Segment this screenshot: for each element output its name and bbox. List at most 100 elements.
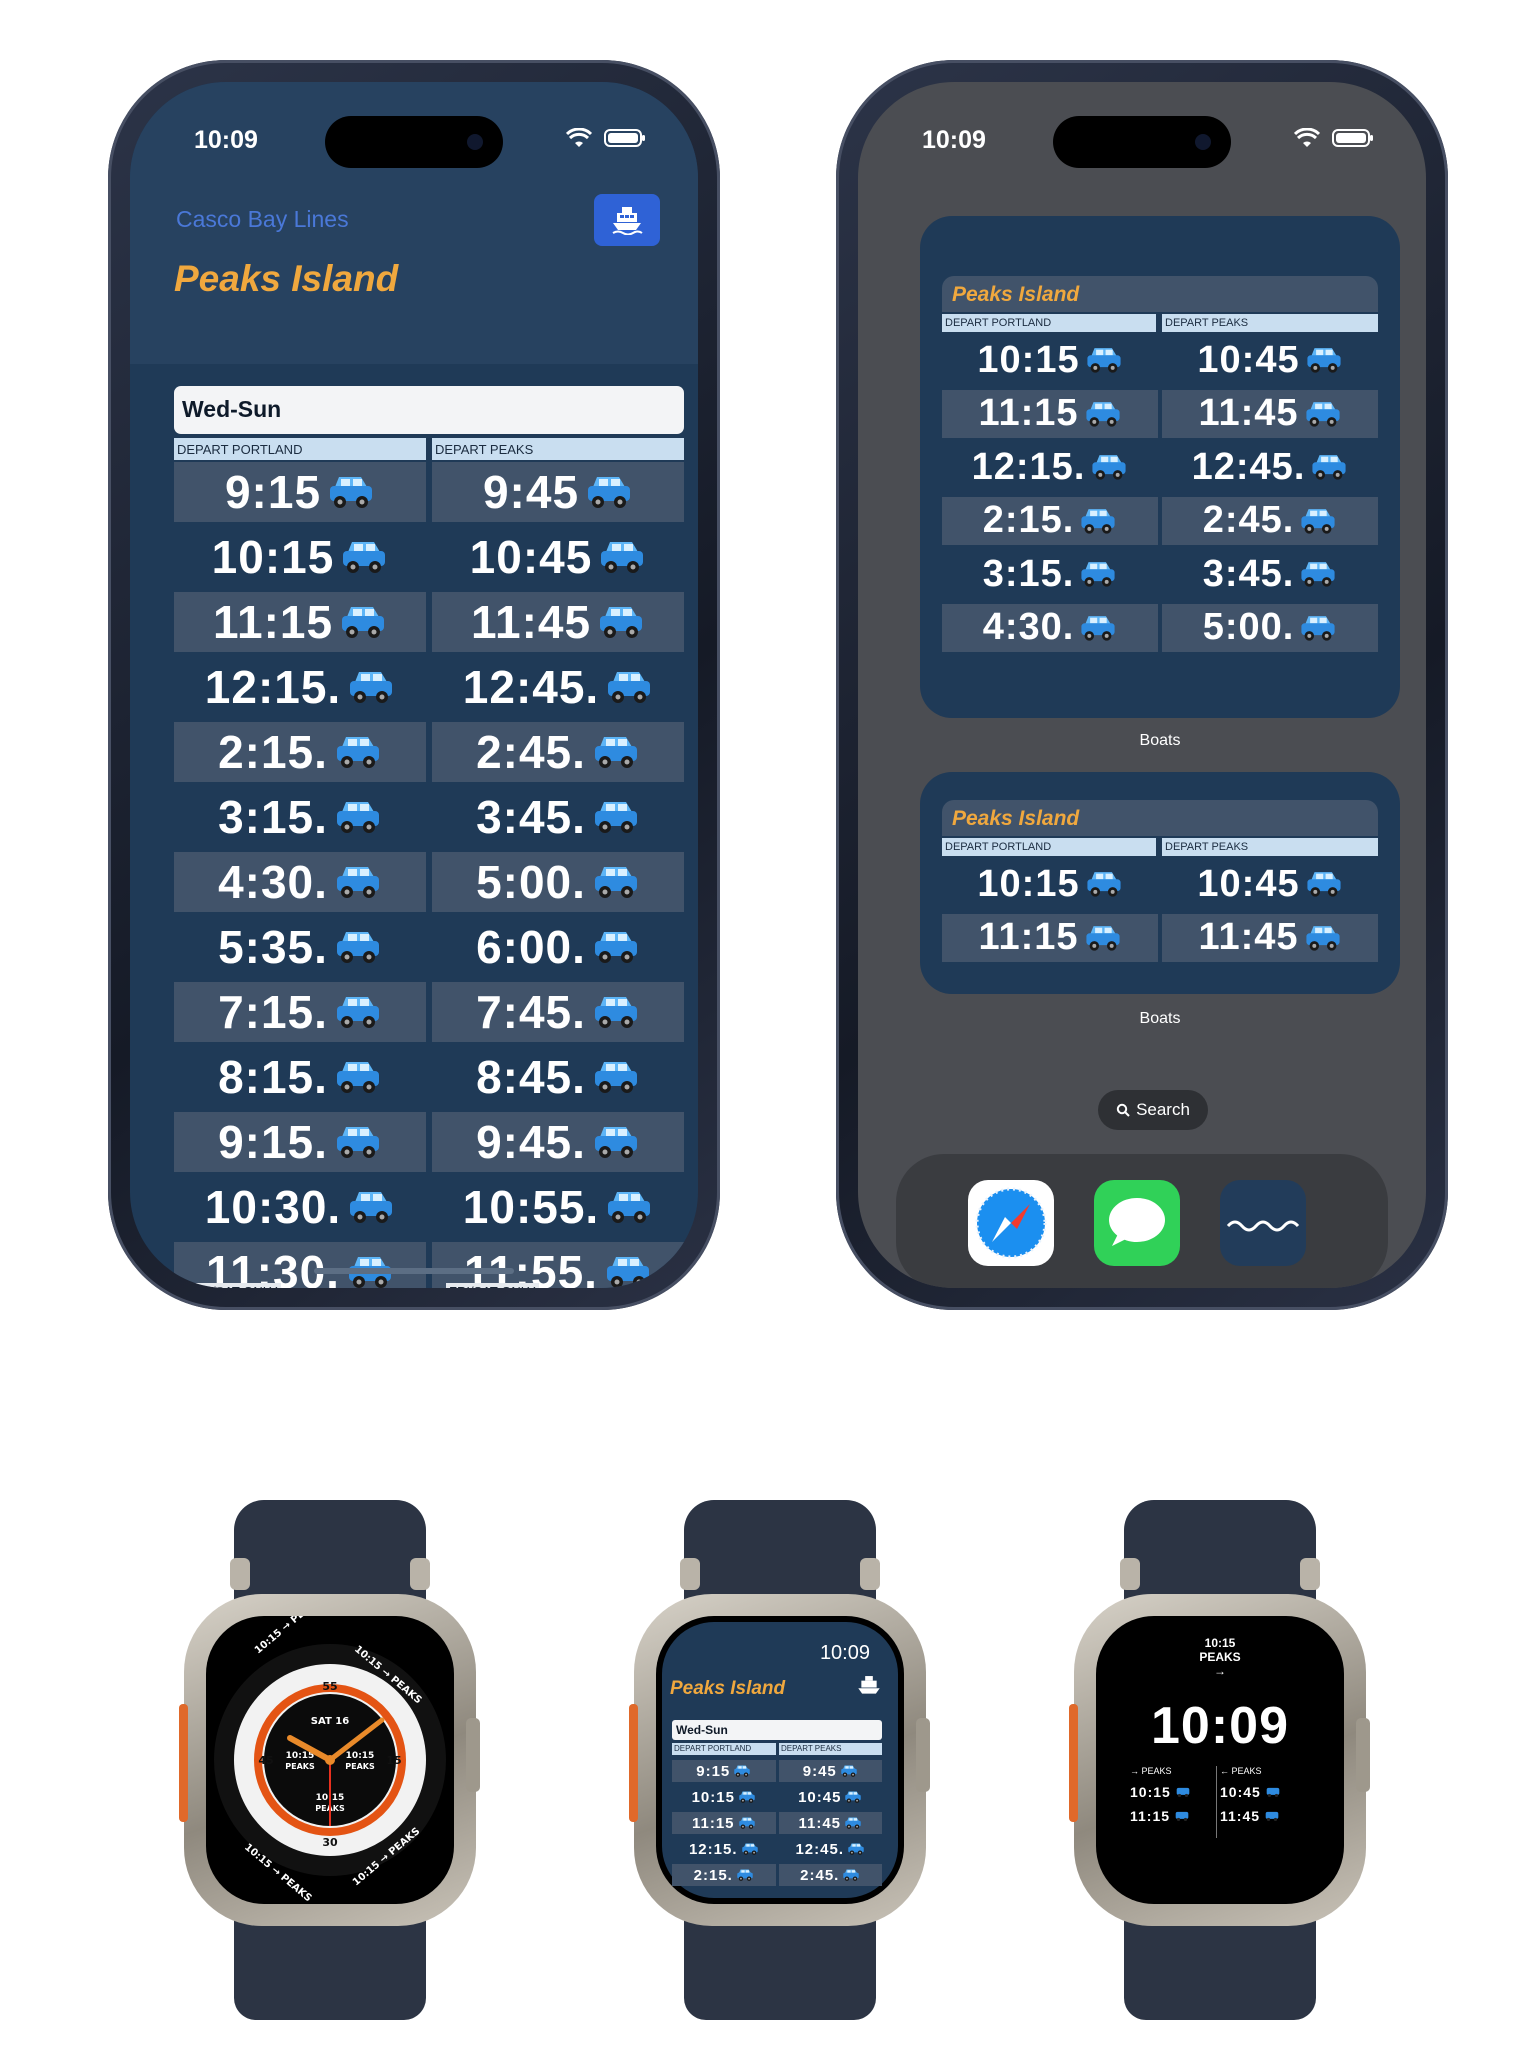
departure-portland-time: 12:15.: [942, 443, 1158, 491]
car-icon: [1085, 401, 1120, 427]
departure-peaks-time: 9:45: [778, 1760, 882, 1782]
departure-peaks-time: 2:45.: [432, 722, 684, 782]
complication-label: → PEAKS: [1130, 1766, 1172, 1776]
widget-large[interactable]: Peaks Island DEPART PORTLAND DEPART PEAK…: [920, 216, 1400, 718]
widget-row: 11:15 11:45: [942, 389, 1378, 444]
ferry-button[interactable]: [594, 194, 660, 246]
widget-column-header-peaks: DEPART PEAKS: [1162, 314, 1378, 332]
top-complication[interactable]: 10:15 PEAKS →: [1096, 1636, 1344, 1678]
digital-crown[interactable]: [466, 1718, 480, 1792]
home-screen: 10:09 Peaks Island DEPART PORTLAND DEPAR…: [858, 82, 1426, 1288]
back-link-casco-bay-lines[interactable]: Casco Bay Lines: [176, 206, 349, 233]
departure-portland-time: 11:15: [942, 389, 1158, 438]
car-icon: [1081, 562, 1115, 588]
departure-portland-time: 10:30.: [174, 1177, 426, 1237]
home-indicator[interactable]: [314, 1268, 514, 1274]
car-icon: [1307, 348, 1341, 373]
car-icon: [737, 1869, 753, 1881]
watch-schedule-row: 11:15 11:45: [672, 1812, 882, 1838]
departure-peaks-time: 7:45.: [432, 982, 684, 1042]
watch-case: 10:09 Peaks Island Wed-Sun DEPART PORTLA…: [629, 1594, 930, 1926]
action-button[interactable]: [179, 1704, 188, 1822]
departure-portland-time: 4:30.: [942, 603, 1158, 652]
car-icon: [601, 542, 644, 573]
widget-medium[interactable]: Peaks Island DEPART PORTLAND DEPART PEAK…: [920, 772, 1400, 994]
widget-row: 10:15 10:45: [942, 860, 1378, 914]
wifi-icon: [566, 128, 592, 147]
boats-app-icon[interactable]: [1220, 1180, 1306, 1266]
car-icon: [608, 672, 651, 703]
watch-schedule-row: 2:15. 2:45.: [672, 1864, 882, 1890]
search-label: Search: [1136, 1100, 1190, 1119]
widget-row: 12:15. 12:45.: [942, 443, 1378, 497]
departure-peaks-time: 5:00.: [432, 852, 684, 912]
departure-peaks-time: 12:45.: [1162, 443, 1378, 491]
column-header-peaks: DEPART PEAKS: [432, 438, 684, 460]
departure-peaks-time: 11:55.FRI/SAT ONLY: [432, 1242, 684, 1288]
digital-crown[interactable]: [1356, 1718, 1370, 1792]
departure-peaks-time: 10:45: [779, 1786, 883, 1808]
widget-title: Peaks Island: [942, 276, 1378, 312]
safari-icon[interactable]: [968, 1180, 1054, 1266]
departure-portland-time: 11:15: [942, 913, 1158, 962]
day-selector[interactable]: Wed-Sun: [174, 386, 684, 434]
battery-icon: [604, 129, 645, 147]
watch-schedule-row: 10:15 10:45: [672, 1786, 882, 1812]
car-icon: [1087, 348, 1121, 373]
watch-screen: 10:15 PEAKS → 10:09 → PEAKS 10:15 11:15 …: [1096, 1616, 1344, 1904]
watch-case: 10:15 PEAKS → 10:09 → PEAKS 10:15 11:15 …: [1069, 1594, 1370, 1926]
svg-text:10:15: 10:15: [286, 1751, 315, 1761]
widget-column-header-portland: DEPART PORTLAND: [942, 838, 1156, 856]
car-icon: [336, 867, 379, 898]
car-icon: [841, 1765, 857, 1777]
fri-sat-only-note: FRI/SAT ONLY: [188, 1283, 281, 1288]
departure-portland-time: 10:15: [672, 1786, 776, 1808]
car-icon: [1305, 401, 1340, 427]
messages-icon[interactable]: [1094, 1180, 1180, 1266]
departure-portland-time: 11:30.FRI/SAT ONLY: [174, 1242, 426, 1288]
schedule-row: 5:35. 6:00.: [174, 917, 684, 982]
departure-peaks-time: 12:45.: [432, 657, 684, 717]
watch-schedule-row: 9:15 9:45: [672, 1760, 882, 1786]
schedule-row: 3:15. 3:45.: [174, 787, 684, 852]
departure-peaks-time: 5:00.: [1162, 603, 1378, 652]
widget-row: 3:15. 3:45.: [942, 550, 1378, 604]
action-button[interactable]: [629, 1704, 638, 1822]
departure-portland-time: 11:15: [174, 592, 426, 652]
car-icon: [843, 1869, 860, 1881]
departure-peaks-time: 9:45: [432, 462, 684, 522]
departure-portland-time: 4:30.: [174, 852, 426, 912]
watch-screen: 10:09 Peaks Island Wed-Sun DEPART PORTLA…: [656, 1616, 904, 1904]
watch-modular-face: 10:15 PEAKS → 10:09 → PEAKS 10:15 11:15 …: [1060, 1500, 1380, 2020]
departure-portland-time: 2:15.: [672, 1864, 776, 1886]
phone-app-screen: 10:09 Casco Bay Lines Peaks Island Wed-S…: [108, 60, 720, 1310]
car-icon: [1301, 508, 1335, 534]
watch-case: 55 15 30 45 SAT 16 10:15 PEAKS 10:15 PEA…: [179, 1594, 480, 1926]
car-icon: [606, 1257, 649, 1288]
car-icon: [739, 1791, 755, 1803]
svg-text:PEAKS: PEAKS: [345, 1762, 375, 1771]
car-icon: [1081, 508, 1115, 534]
car-icon: [594, 932, 637, 963]
car-icon: [350, 1192, 393, 1223]
spotlight-search-button[interactable]: Search: [1098, 1090, 1208, 1130]
departure-portland-time: 5:35.: [174, 917, 426, 977]
complication-to-peaks[interactable]: → PEAKS 10:15 11:15: [1130, 1766, 1220, 1828]
car-icon: [594, 867, 637, 898]
dynamic-island: [1053, 116, 1231, 168]
car-icon: [1301, 616, 1335, 641]
complication-time: 10:15: [1204, 1636, 1236, 1650]
action-button[interactable]: [1069, 1704, 1078, 1822]
departure-peaks-time: 10:55.: [432, 1177, 684, 1237]
day-selector[interactable]: Wed-Sun: [672, 1720, 882, 1740]
digital-crown[interactable]: [916, 1718, 930, 1792]
departure-peaks-time: 11:45: [1162, 913, 1378, 962]
departure-portland-time: 2:15.: [942, 496, 1158, 545]
ferry-icon[interactable]: [856, 1674, 882, 1698]
complication-from-peaks[interactable]: ← PEAKS 10:45 11:45: [1220, 1766, 1310, 1828]
departure-portland-time: 2:15.: [174, 722, 426, 782]
departure-portland-time: 3:15.: [174, 787, 426, 847]
car-icon: [845, 1817, 861, 1829]
svg-text:15: 15: [386, 1754, 401, 1767]
car-icon: [594, 737, 637, 768]
